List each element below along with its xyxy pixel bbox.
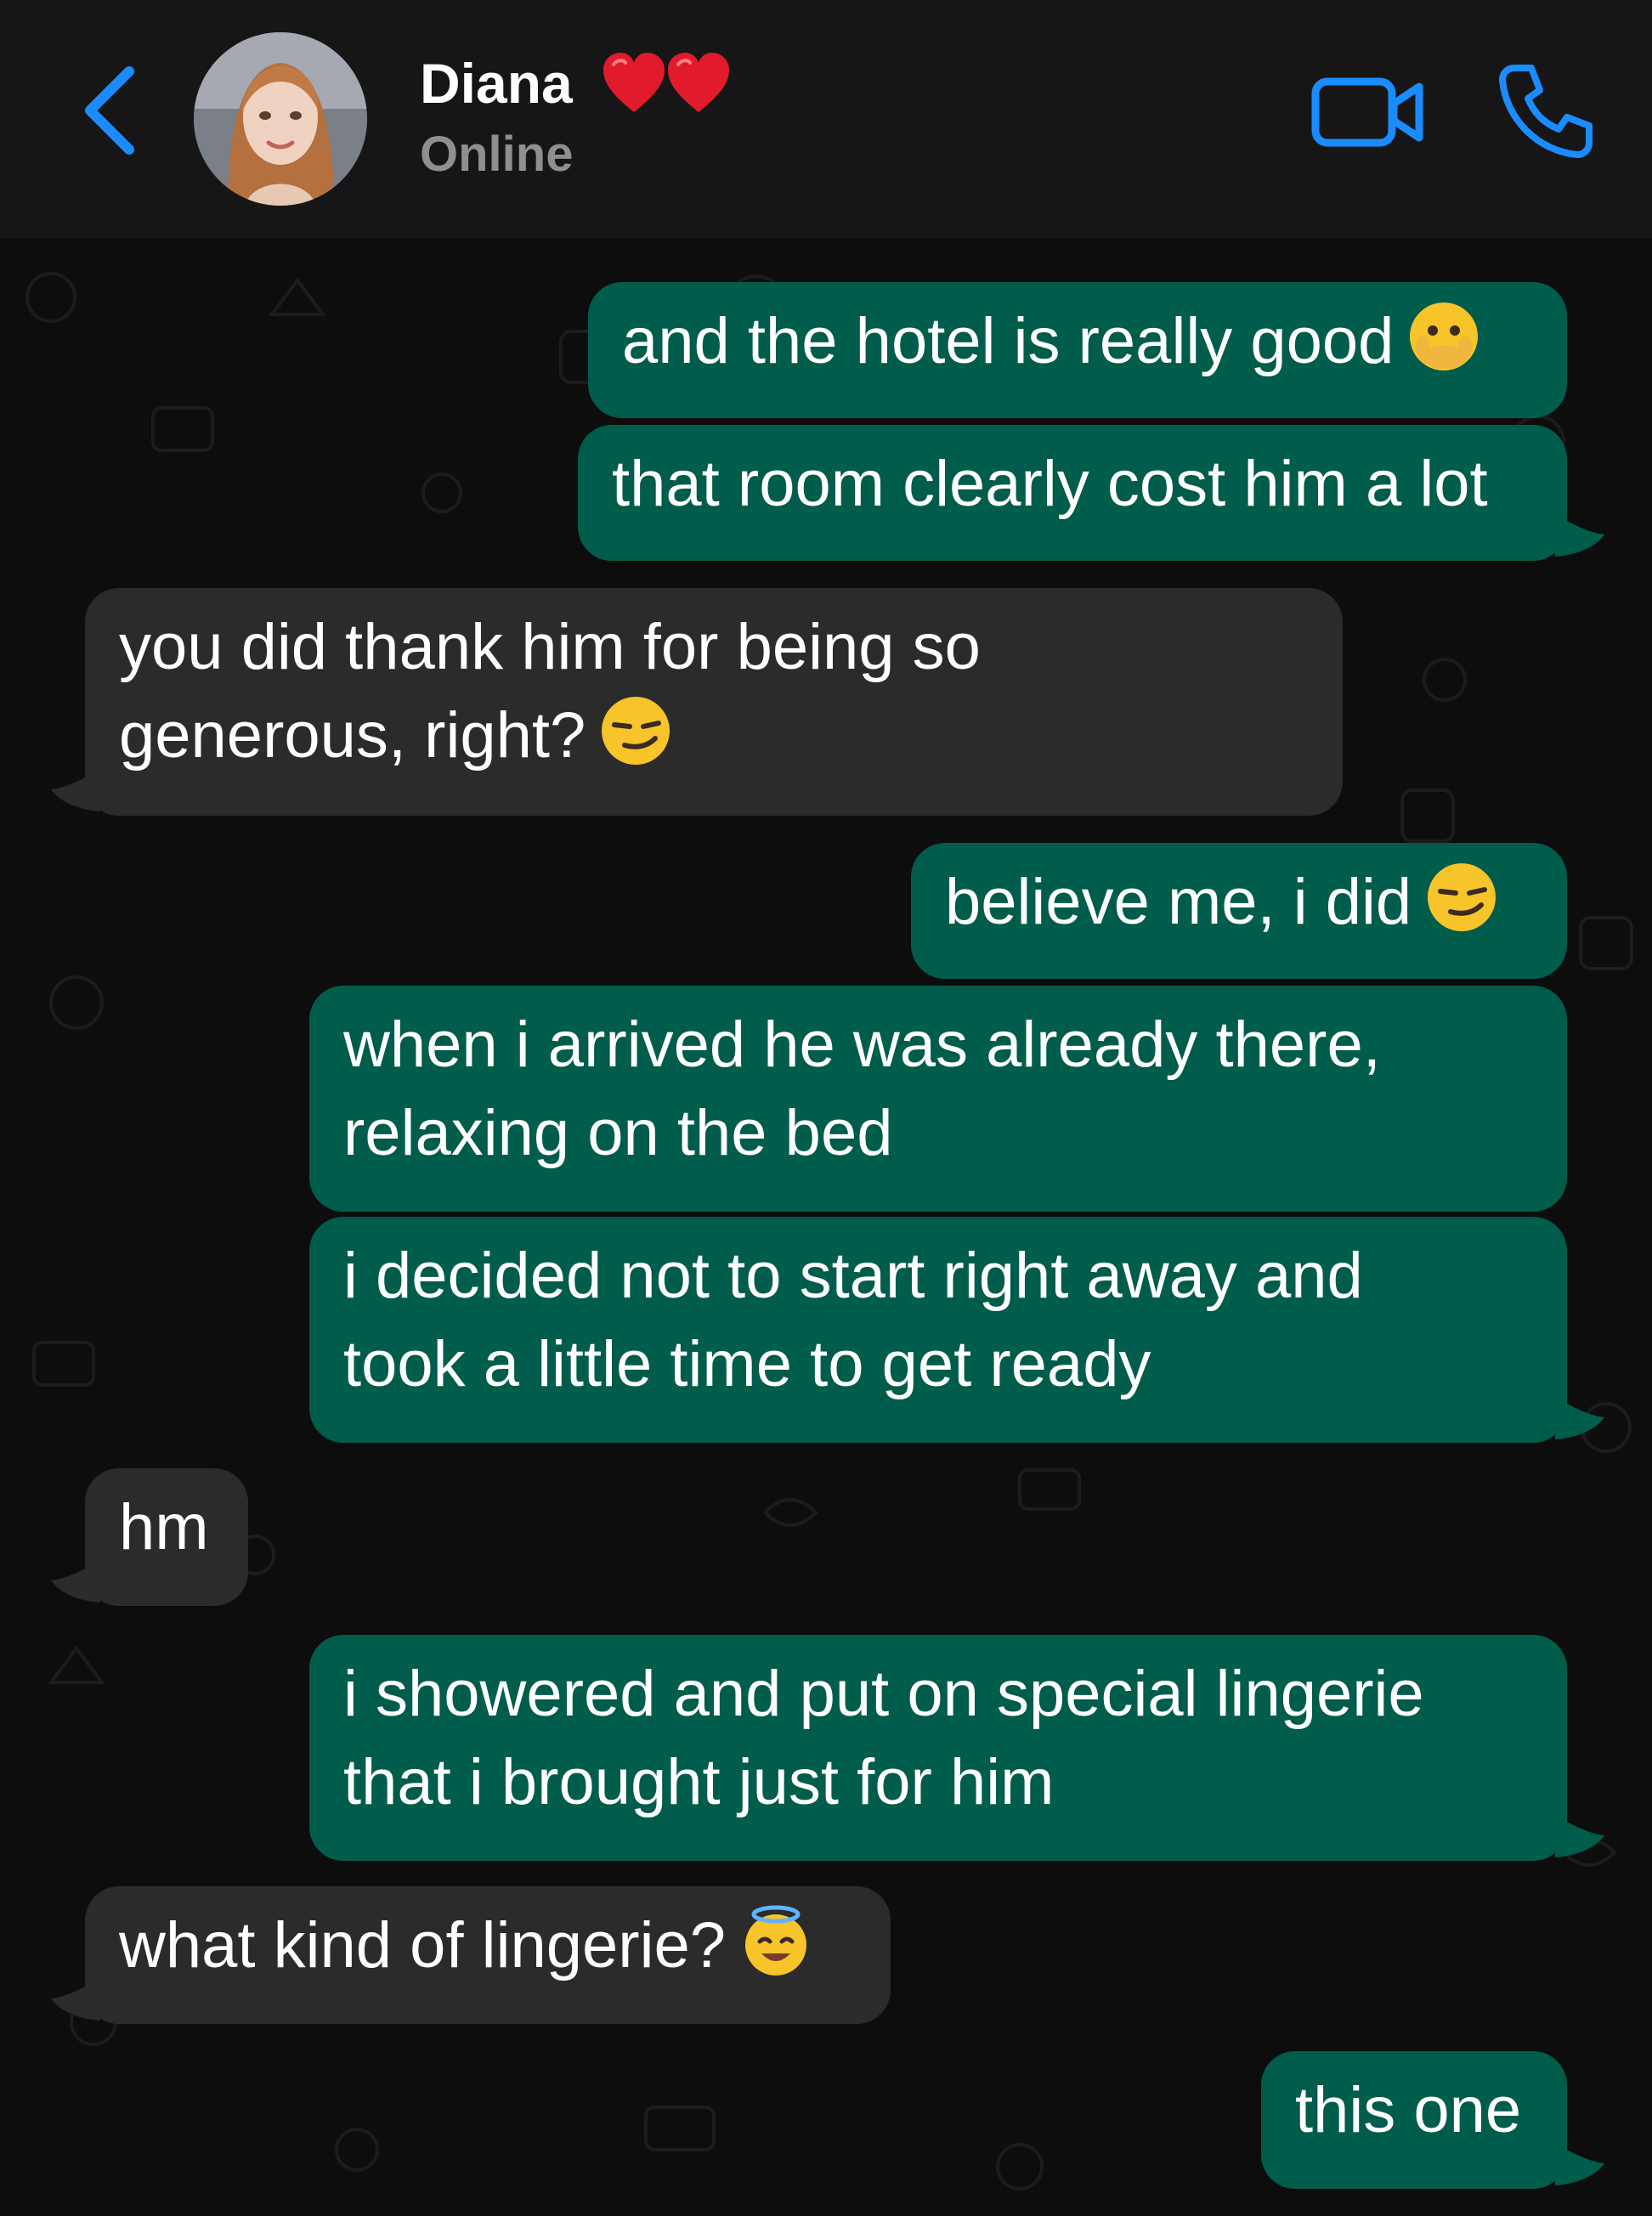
- message-text-line: generous, right?: [119, 699, 586, 772]
- chat-header: Diana Online: [0, 0, 1652, 238]
- bubble-tail-incoming: [51, 769, 100, 811]
- message-incoming[interactable]: hm: [85, 1468, 248, 1606]
- voice-call-button[interactable]: [1496, 59, 1598, 161]
- message-text: what kind of lingerie?: [119, 1909, 726, 1981]
- message-text: hm: [119, 1491, 209, 1563]
- presence-status: Online: [420, 127, 574, 182]
- message-text-line: when i arrived he was already there,: [343, 1009, 1381, 1081]
- chevron-left-icon: [85, 66, 134, 155]
- message-list[interactable]: and the hotel is really good that room c…: [0, 238, 1652, 2216]
- red-heart-icon: [668, 53, 729, 112]
- message-text-line: took a little time to get ready: [343, 1328, 1151, 1400]
- smirking-face-icon: [1428, 863, 1496, 931]
- bubble-tail-outgoing: [1555, 1397, 1604, 1439]
- video-camera-icon: [1311, 77, 1423, 147]
- message-text: that room clearly cost him a lot: [612, 448, 1488, 520]
- bubble-tail-outgoing: [1555, 514, 1604, 557]
- message-incoming[interactable]: what kind of lingerie?: [85, 1886, 891, 2024]
- phone-icon: [1499, 65, 1593, 158]
- message-outgoing[interactable]: i decided not to start right away and to…: [309, 1217, 1567, 1443]
- video-call-button[interactable]: [1309, 70, 1428, 155]
- message-outgoing[interactable]: when i arrived he was already there, rel…: [309, 986, 1567, 1212]
- avatar-photo: [194, 32, 367, 206]
- message-text-line: you did thank him for being so: [119, 611, 981, 683]
- red-heart-icon: [603, 53, 665, 112]
- message-text-line: i decided not to start right away and: [343, 1240, 1363, 1312]
- message-outgoing[interactable]: i showered and put on special lingerie t…: [309, 1635, 1567, 1861]
- message-text: this one: [1295, 2074, 1522, 2146]
- message-outgoing[interactable]: this one: [1261, 2051, 1567, 2189]
- message-outgoing[interactable]: and the hotel is really good: [588, 282, 1567, 418]
- message-outgoing[interactable]: believe me, i did: [911, 843, 1567, 979]
- smiling-face-with-halo-icon: [744, 1905, 806, 1976]
- message-text-line: relaxing on the bed: [343, 1097, 893, 1169]
- message-text: and the hotel is really good: [622, 305, 1395, 377]
- bubble-tail-outgoing: [1555, 1815, 1604, 1857]
- message-text: believe me, i did: [945, 866, 1412, 938]
- message-text-line: that i brought just for him: [343, 1746, 1055, 1818]
- contact-name[interactable]: Diana: [420, 49, 573, 117]
- message-text-line: i showered and put on special lingerie: [343, 1658, 1424, 1730]
- bubble-tail-outgoing: [1555, 2143, 1604, 2185]
- avatar[interactable]: [194, 32, 367, 206]
- smirking-face-icon: [602, 697, 670, 765]
- bubble-tail-incoming: [51, 1978, 100, 2021]
- bubble-tail-incoming: [51, 1560, 100, 1603]
- message-outgoing[interactable]: that room clearly cost him a lot: [578, 425, 1567, 561]
- face-with-open-eyes-and-hand-over-mouth-icon: [1410, 302, 1479, 370]
- message-incoming[interactable]: you did thank him for being so generous,…: [85, 588, 1343, 816]
- back-button[interactable]: [76, 59, 153, 161]
